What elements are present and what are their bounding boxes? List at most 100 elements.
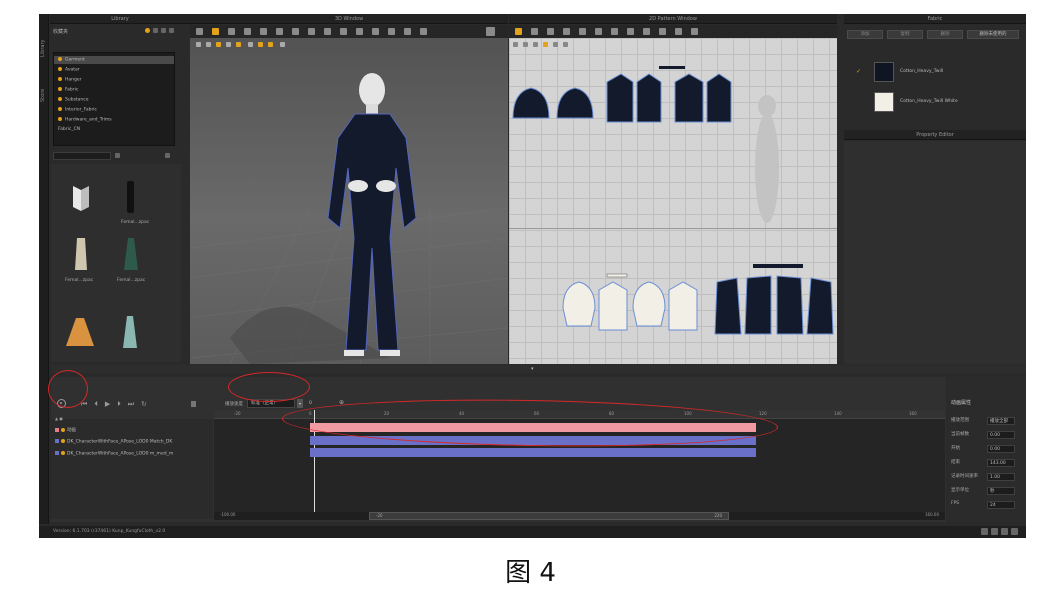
delete-unused-button[interactable]: 删除未使用的 (967, 30, 1019, 39)
track-item[interactable]: 动画 (55, 427, 76, 433)
thumbnail-label: Femal...zpac (65, 278, 94, 283)
property-label: 当前帧数 (951, 432, 969, 437)
figure-caption: 图 4 (505, 558, 556, 588)
checkmark-icon: ✓ (856, 68, 862, 75)
window2d-header: 2D Pattern Window (509, 14, 837, 24)
tree-item-hardware[interactable]: Hardware_and_Trims (58, 117, 112, 123)
sewing-tool-icon[interactable] (228, 28, 235, 35)
edit-sewing-icon[interactable] (659, 28, 666, 35)
play-icon[interactable]: ▶ (105, 400, 117, 408)
property-editor-body (844, 141, 1026, 364)
internal-line-icon[interactable] (595, 28, 602, 35)
timeline-splitter[interactable]: ▾ (51, 365, 1026, 373)
layout-icon[interactable] (991, 528, 998, 535)
select-tool-icon[interactable] (196, 28, 203, 35)
thumbnail-dress-beige[interactable] (71, 236, 91, 272)
edit-pattern-icon[interactable] (531, 28, 538, 35)
dress-icon (75, 238, 87, 270)
layout-icon[interactable] (1011, 528, 1018, 535)
tree-item-fabric[interactable]: Fabric (58, 87, 78, 93)
chevron-down-icon[interactable]: ▾ (297, 399, 303, 408)
move-tool-icon[interactable] (212, 28, 219, 35)
thumbnail-folder[interactable] (71, 184, 91, 212)
puckering-tool-icon[interactable] (404, 28, 411, 35)
fabric-item[interactable]: ✓ Cotton_Heavy_Twill (844, 60, 1026, 84)
copy-fabric-button[interactable]: 复制 (887, 30, 923, 39)
delete-fabric-button[interactable]: 删除 (927, 30, 963, 39)
pin-tool-icon[interactable] (260, 28, 267, 35)
transform-pattern-icon[interactable] (515, 28, 522, 35)
property-value[interactable]: 秒 (987, 487, 1015, 495)
dress-icon (124, 238, 138, 270)
viewport-3d[interactable] (190, 38, 508, 364)
properties-title: 动画属性 (951, 400, 972, 406)
fold-tool-icon[interactable] (276, 28, 283, 35)
dart-icon[interactable] (611, 28, 618, 35)
thumbnail-dress-teal[interactable] (119, 314, 141, 350)
thumbnail-dress-green[interactable] (121, 236, 141, 272)
circle-icon[interactable] (579, 28, 586, 35)
zipper-tool-icon[interactable] (372, 28, 379, 35)
collapse-arrow-icon[interactable]: ▾ (531, 366, 534, 372)
timeline-scrollbar[interactable]: -100.00 -20 220 160.00 (214, 512, 945, 520)
fold-arrange-icon[interactable] (691, 28, 698, 35)
button-tool-icon[interactable] (340, 28, 347, 35)
fabric-name: Cotton_Heavy_Twill (900, 69, 944, 74)
next-frame-icon[interactable]: ⏵ (117, 400, 128, 408)
thumbnail-skirt[interactable] (65, 314, 95, 350)
arrange-tool-icon[interactable] (308, 28, 315, 35)
thumbnail-dress-black[interactable] (121, 179, 141, 215)
polygon-icon[interactable] (547, 28, 554, 35)
library-search-input[interactable] (53, 152, 111, 160)
fabric-item[interactable]: Cotton_Heavy_Twill White (844, 90, 1026, 114)
property-label: 记录时间速率 (951, 474, 978, 479)
texture-tool-icon[interactable] (324, 28, 331, 35)
tree-item-fabric-cn[interactable]: Fabric_CN (58, 127, 80, 132)
clo3d-window: Library Store Library 收藏夹 Garment Avatar… (39, 14, 1026, 538)
simulation-icon[interactable] (486, 27, 495, 36)
property-value[interactable]: 0.00 (987, 445, 1015, 453)
prev-frame-icon[interactable]: ⏴ (94, 400, 105, 408)
tree-item-substance[interactable]: Substance (58, 97, 89, 103)
loop-icon[interactable]: ↻ (141, 400, 154, 408)
property-value[interactable]: 0.00 (987, 431, 1015, 439)
free-sewing-icon[interactable] (643, 28, 650, 35)
property-value[interactable]: 24 (987, 501, 1015, 509)
view-mode-icon[interactable] (165, 153, 170, 158)
add-fabric-button[interactable]: 添加 (847, 30, 883, 39)
refresh-icon[interactable] (169, 28, 174, 33)
property-label: 结束 (951, 460, 960, 465)
key-icon[interactable] (191, 401, 196, 407)
scroll-thumb[interactable]: -20 220 (369, 512, 729, 520)
topstitch-tool-icon[interactable] (356, 28, 363, 35)
property-value[interactable]: 143.00 (987, 459, 1015, 467)
avatar-tool-icon[interactable] (420, 28, 427, 35)
tack-tool-icon[interactable] (244, 28, 251, 35)
side-tab-store[interactable]: Store (40, 80, 48, 110)
add-icon[interactable] (161, 28, 166, 33)
property-value[interactable]: 播放全部 (987, 417, 1015, 425)
folder-icon[interactable] (145, 28, 150, 33)
last-frame-icon[interactable]: ⏭ (128, 400, 141, 408)
segment-sewing-icon[interactable] (627, 28, 634, 35)
tree-item-hanger[interactable]: Hanger (58, 77, 81, 83)
measure-tool-icon[interactable] (292, 28, 299, 35)
track-item[interactable]: DK_CharacterWithFace_APose_LOD0 m_med_m (55, 451, 173, 457)
layout-icon[interactable] (981, 528, 988, 535)
tree-item-avatar[interactable]: Avatar (58, 67, 80, 73)
tree-item-garment[interactable]: Garment (58, 57, 85, 63)
track-item[interactable]: DK_CharacterWithFace_APose_LOD0 Match_DK (55, 439, 172, 445)
side-tab-library[interactable]: Library (40, 28, 48, 68)
notch-icon[interactable] (675, 28, 682, 35)
search-icon[interactable] (115, 153, 120, 158)
frame-value[interactable]: 0 (309, 401, 312, 406)
tree-item-interior-fabric[interactable]: Interior_Fabric (58, 107, 97, 113)
property-value[interactable]: 1.00 (987, 473, 1015, 481)
track-bar-avatar[interactable] (310, 448, 756, 457)
window3d-title: 3D Window (334, 16, 364, 22)
viewport-2d[interactable] (509, 38, 837, 364)
trim-tool-icon[interactable] (388, 28, 395, 35)
home-icon[interactable] (153, 28, 158, 33)
rectangle-icon[interactable] (563, 28, 570, 35)
layout-icon[interactable] (1001, 528, 1008, 535)
